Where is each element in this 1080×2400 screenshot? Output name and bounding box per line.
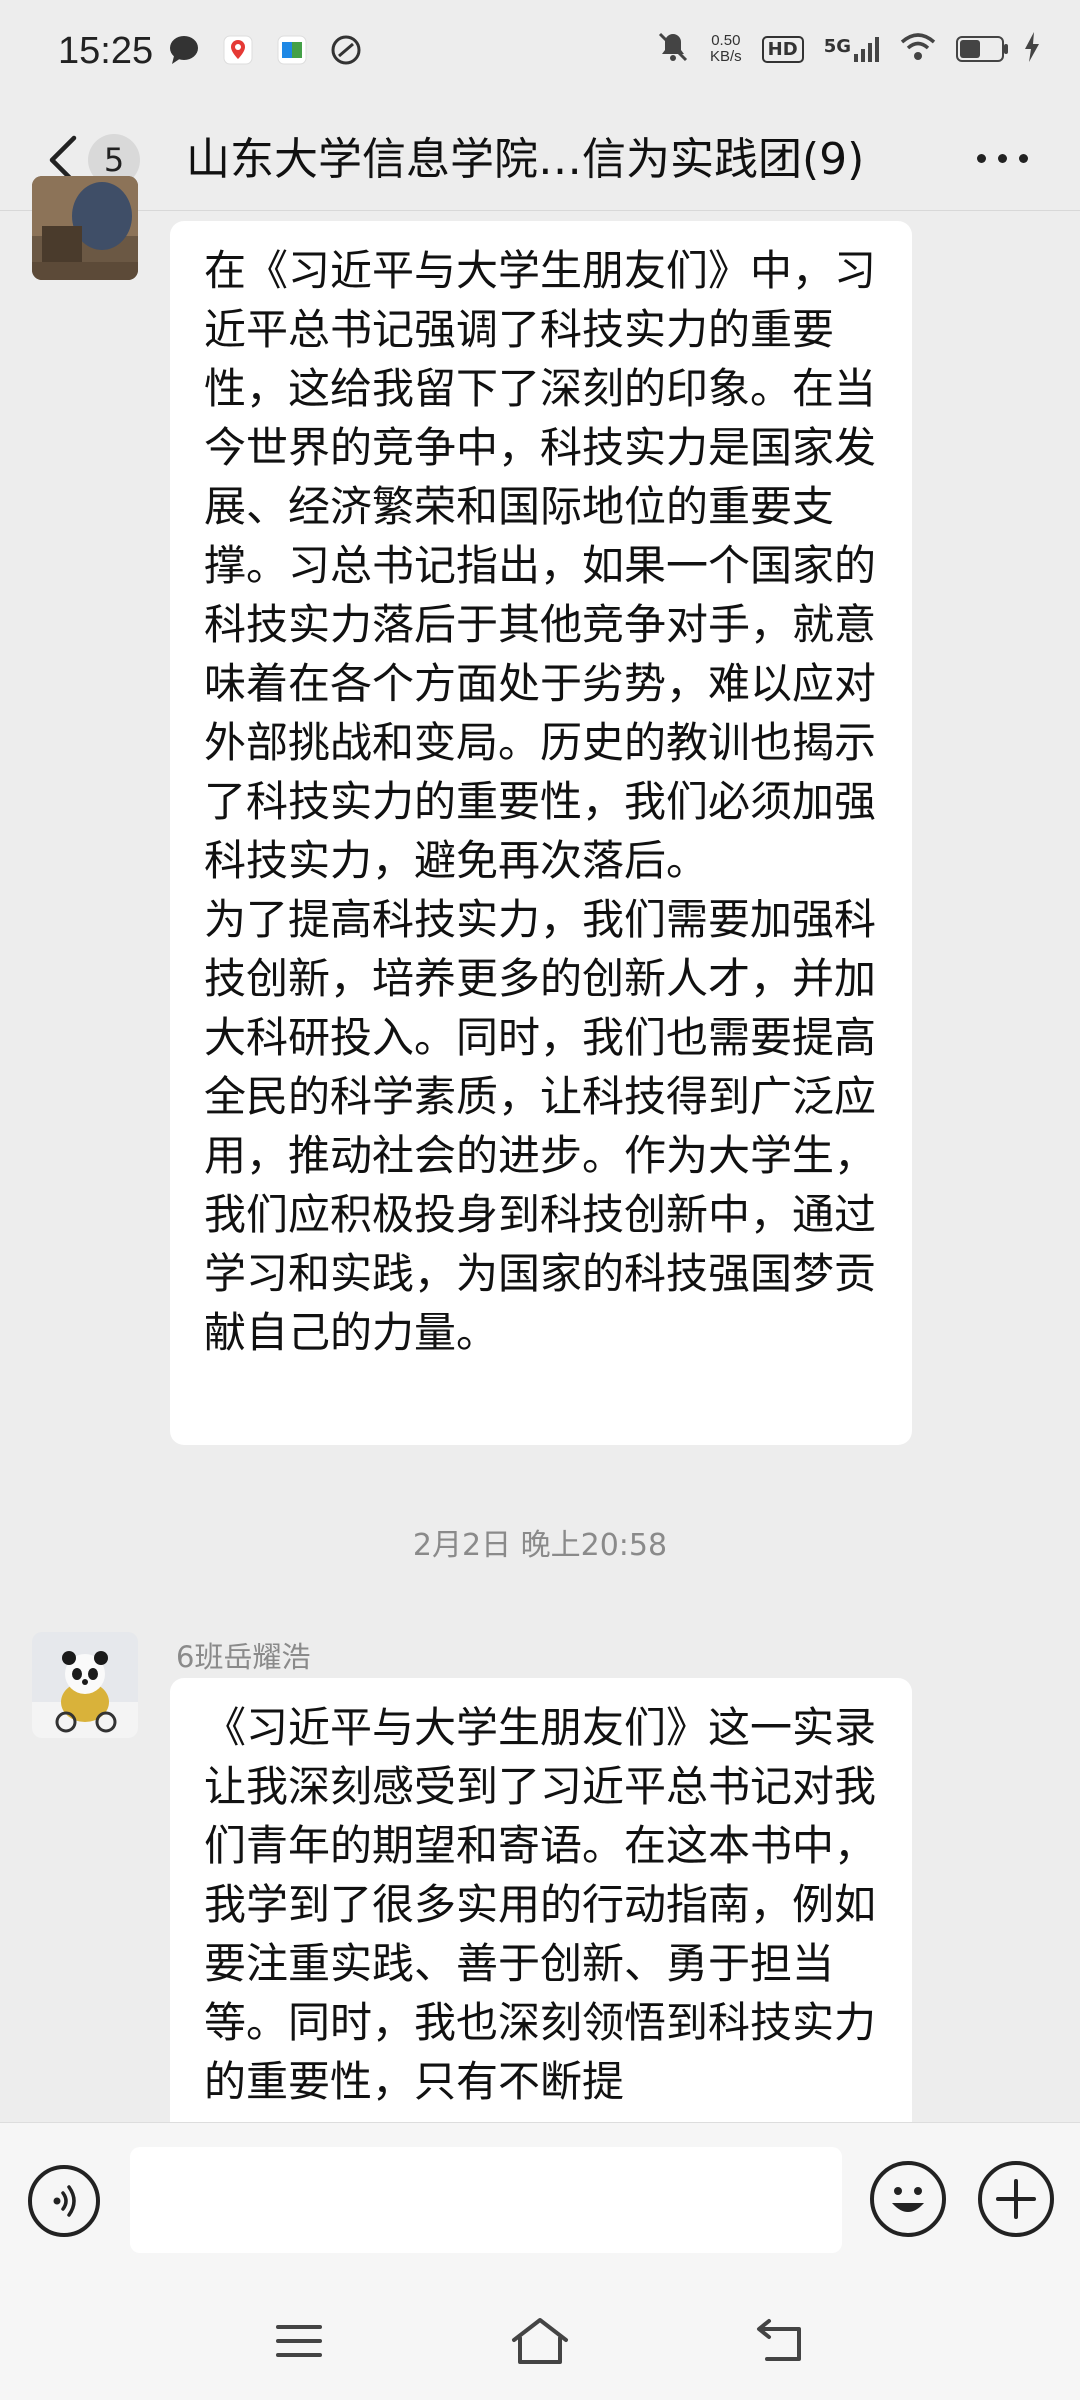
location-app-icon [222,34,254,66]
signal-icon: 5G [824,36,880,62]
more-functions-button[interactable] [978,2161,1054,2237]
header-divider [0,210,1080,211]
message-bubble-icon [168,34,200,66]
charging-icon [1024,32,1040,66]
panda-avatar-photo [32,1632,138,1738]
system-icons: 0.50 KB/s HD 5G [656,30,1040,68]
message-bubble[interactable]: 在《习近平与大学生朋友们》中，习近平总书记强调了科技实力的重要性，这给我留下了深… [170,221,912,1445]
back-nav-button[interactable] [745,2312,815,2370]
menu-nav-button[interactable] [264,2312,334,2370]
mute-bell-icon [656,30,690,68]
battery-level [960,40,980,58]
wifi-icon [900,32,936,66]
message-timestamp: 2月2日 晚上20:58 [412,1528,668,1563]
voice-icon [53,2185,76,2217]
avatar-photo [32,176,138,280]
status-bar: 15:25 0.50 KB/s HD 5G [0,0,1080,110]
notification-icons [168,34,362,66]
chat-title: 山东大学信息学院…信为实践团(9) [186,134,865,185]
battery-icon [956,36,1008,62]
more-dot [977,154,986,163]
sender-name: 6班岳耀浩 [176,1640,311,1674]
system-navigation-bar [0,2282,1080,2400]
message-input-bar [0,2122,1080,2283]
home-icon [512,2318,568,2364]
home-nav-button[interactable] [505,2312,575,2370]
smiley-icon [892,2187,924,2212]
status-time: 15:25 [58,30,154,72]
emoji-button[interactable] [870,2161,946,2237]
chat-header: 5 山东大学信息学院…信为实践团(9) [0,110,1080,210]
link-app-icon [330,34,362,66]
menu-lines-icon [276,2325,322,2357]
sender-avatar[interactable] [32,176,138,280]
more-dot [1019,154,1028,163]
message-bubble[interactable]: 《习近平与大学生朋友们》这一实录让我深刻感受到了习近平总书记对我们青年的期望和寄… [170,1678,912,2148]
hd-badge: HD [761,35,804,63]
sender-avatar[interactable] [32,1632,138,1738]
more-options-button[interactable] [977,154,1028,163]
network-speed-value: 0.50 [711,32,741,49]
message-input[interactable] [130,2147,842,2253]
voice-input-button[interactable] [28,2165,100,2237]
network-speed: 0.50 KB/s [710,33,742,65]
network-speed-unit: KB/s [709,48,742,65]
signal-label: 5G [823,36,851,57]
map-app-icon [276,34,308,66]
more-dot [998,154,1007,163]
return-arrow-icon [757,2319,801,2361]
plus-icon [996,2179,1036,2219]
